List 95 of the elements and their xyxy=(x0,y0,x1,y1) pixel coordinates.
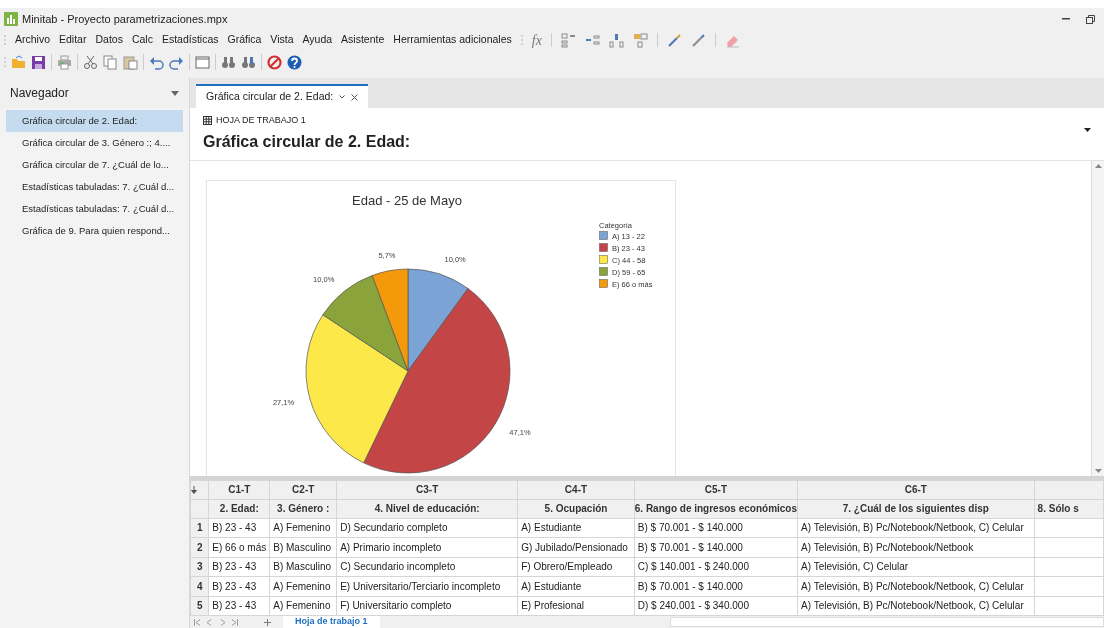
window-title: Minitab - Proyecto parametrizaciones.mpx xyxy=(22,11,228,27)
brush-icon[interactable] xyxy=(666,32,682,48)
column-id-header[interactable]: C4-T xyxy=(517,480,635,499)
table-cell: F) Obrero/Empleado xyxy=(517,557,635,577)
menu-item[interactable]: Vista xyxy=(270,32,294,48)
menu-item[interactable]: Herramientas adicionales xyxy=(393,32,512,48)
menu-item[interactable]: Ayuda xyxy=(302,32,333,48)
menu-item[interactable]: Estadísticas xyxy=(161,32,219,48)
worksheet-icon xyxy=(203,116,212,126)
navigator-item[interactable]: Estadísticas tabuladas: 7. ¿Cuál d... xyxy=(6,198,183,220)
row-number[interactable]: 5 xyxy=(190,596,209,616)
table-cell: B) Masculino xyxy=(269,537,337,557)
scroll-up-icon[interactable] xyxy=(1094,163,1102,168)
app-logo-icon xyxy=(4,12,18,26)
table-cell: B) 23 - 43 xyxy=(208,518,270,538)
tree-layout-icon[interactable] xyxy=(608,32,624,48)
menu-item[interactable]: Datos xyxy=(95,32,123,48)
column-id-header[interactable]: C1-T xyxy=(208,480,270,499)
table-cell: B) $ 70.001 - $ 140.000 xyxy=(634,518,798,538)
row-number[interactable]: 4 xyxy=(190,576,209,596)
minimize-icon[interactable] xyxy=(1062,18,1070,20)
vertical-scrollbar[interactable] xyxy=(1091,160,1104,476)
table-cell: G) Jubilado/Pensionado xyxy=(517,537,635,557)
output-title: Gráfica circular de 2. Edad: xyxy=(203,131,412,152)
paste-icon[interactable] xyxy=(123,54,138,70)
binoculars-icon[interactable] xyxy=(241,54,256,70)
table-cell: A) Estudiante xyxy=(517,518,635,538)
document-tab[interactable]: Gráfica circular de 2. Edad: xyxy=(196,84,369,108)
table-cell: C) $ 140.001 - $ 240.000 xyxy=(634,557,798,577)
chart-title: Edad - 25 de Mayo xyxy=(352,192,462,208)
print-icon[interactable] xyxy=(57,54,72,70)
navigator-item[interactable]: Gráfica circular de 7. ¿Cuál de lo... xyxy=(6,154,183,176)
menu-item[interactable]: Archivo xyxy=(15,32,50,48)
column-id-header[interactable]: C3-T xyxy=(336,480,518,499)
table-cell: A) Estudiante xyxy=(517,576,635,596)
table-cell: D) Secundario completo xyxy=(336,518,518,538)
tree-layout-icon[interactable] xyxy=(560,32,576,48)
table-cell: B) 23 - 43 xyxy=(208,576,270,596)
table-cell: A) Televisión, C) Celular xyxy=(797,557,1035,577)
table-cell: B) Masculino xyxy=(269,557,337,577)
table-cell: E) Universitario/Terciario incompleto xyxy=(336,576,518,596)
window-icon[interactable] xyxy=(195,54,210,70)
row-number[interactable]: 1 xyxy=(190,518,209,538)
navigator-item[interactable]: Estadísticas tabuladas: 7. ¿Cuál d... xyxy=(6,176,183,198)
save-icon[interactable] xyxy=(31,54,46,70)
menu-item[interactable]: Asistente xyxy=(341,32,385,48)
table-cell: B) 23 - 43 xyxy=(208,596,270,616)
cancel-icon[interactable] xyxy=(267,54,282,70)
table-cell: E) 66 o más xyxy=(208,537,270,557)
chevron-icon[interactable] xyxy=(339,95,346,99)
restore-icon[interactable] xyxy=(1085,14,1095,24)
table-cell: A) Primario incompleto xyxy=(336,537,518,557)
column-id-header[interactable]: C5-T xyxy=(634,480,798,499)
scroll-down-icon[interactable] xyxy=(1094,468,1102,473)
worksheet-label: HOJA DE TRABAJO 1 xyxy=(216,114,306,127)
binoculars-icon[interactable] xyxy=(221,54,236,70)
row-number[interactable]: 2 xyxy=(190,537,209,557)
table-cell: A) Televisión, B) Pc/Notebook/Netbook xyxy=(797,537,1035,557)
table-cell: A) Televisión, B) Pc/Notebook/Netbook, C) Celular xyxy=(797,576,1035,596)
copy-icon[interactable] xyxy=(103,54,118,70)
close-icon[interactable] xyxy=(351,93,359,101)
row-number[interactable]: 3 xyxy=(190,557,209,577)
menu-item[interactable]: Gráfica xyxy=(227,32,262,48)
help-icon[interactable] xyxy=(287,54,302,70)
table-cell: A) Televisión, B) Pc/Notebook/Netbook, C) Celular xyxy=(797,596,1035,616)
scissors-icon[interactable] xyxy=(83,54,98,70)
table-cell: A) Femenino xyxy=(269,576,337,596)
navigator-title: Navegador xyxy=(10,85,69,102)
navigator-item[interactable]: Gráfica de 9. Para quien respond... xyxy=(6,220,183,242)
arrow-down-icon[interactable] xyxy=(191,485,197,494)
navigator-item[interactable]: Gráfica circular de 2. Edad: xyxy=(6,110,183,132)
formula-button[interactable]: fx xyxy=(531,29,542,51)
table-cell: B) 23 - 43 xyxy=(208,557,270,577)
table-cell: D) $ 240.001 - $ 340.000 xyxy=(634,596,798,616)
sheet-tab[interactable]: Hoja de trabajo 1 xyxy=(283,616,380,628)
column-id-header[interactable]: C6-T xyxy=(797,480,1035,499)
table-cell: B) $ 70.001 - $ 140.000 xyxy=(634,576,798,596)
dropdown-caret-icon[interactable] xyxy=(1084,128,1091,132)
menu-item[interactable]: Editar xyxy=(59,32,87,48)
table-cell: B) $ 70.001 - $ 140.000 xyxy=(634,537,798,557)
redo-icon[interactable] xyxy=(169,54,184,70)
column-id-header[interactable]: C2-T xyxy=(269,480,337,499)
add-sheet-icon[interactable] xyxy=(264,618,271,626)
brush-icon[interactable] xyxy=(690,32,706,48)
table-cell: A) Femenino xyxy=(269,518,337,538)
tree-layout-icon[interactable] xyxy=(584,32,600,48)
table-cell: E) Profesional xyxy=(517,596,635,616)
table-cell: A) Televisión, B) Pc/Notebook/Netbook, C) Celular xyxy=(797,518,1035,538)
table-cell: C) Secundario incompleto xyxy=(336,557,518,577)
navigator-item[interactable]: Gráfica circular de 3. Género :; 4.... xyxy=(6,132,183,154)
menu-item[interactable]: Calc xyxy=(131,32,153,48)
table-cell: F) Universitario completo xyxy=(336,596,518,616)
tree-layout-icon[interactable] xyxy=(632,32,648,48)
horizontal-scrollbar[interactable] xyxy=(669,617,1104,627)
table-cell: A) Femenino xyxy=(269,596,337,616)
